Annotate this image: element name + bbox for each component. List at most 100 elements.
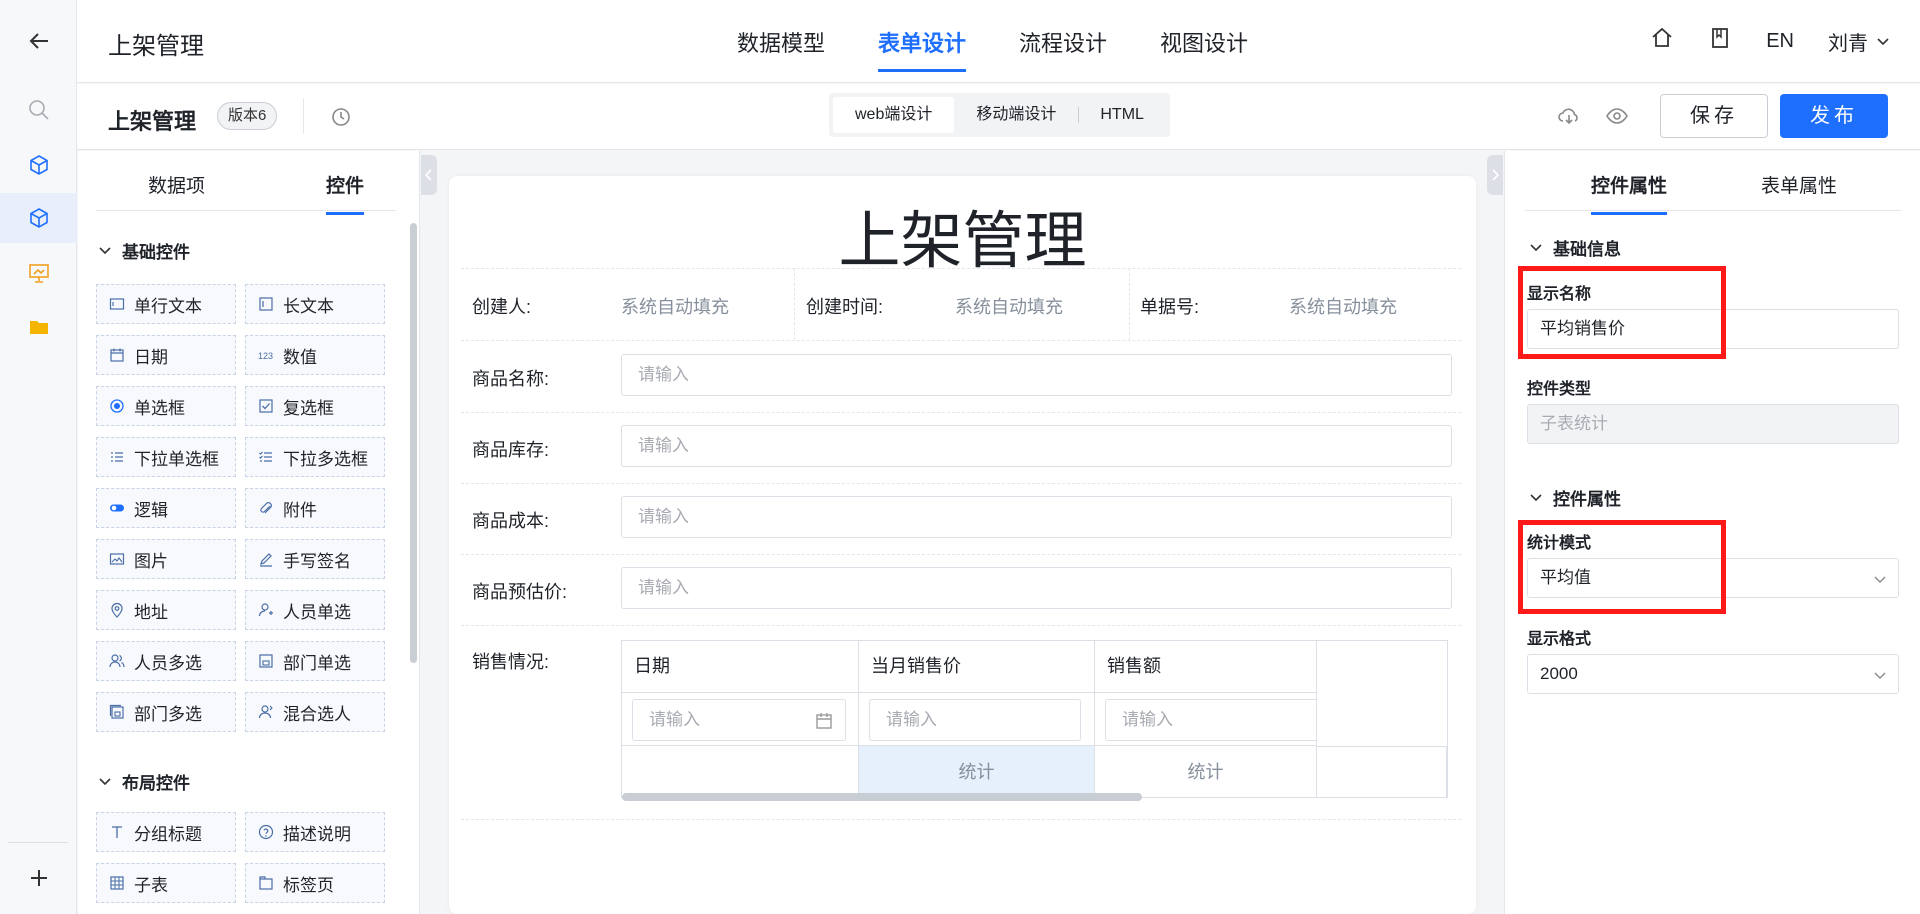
control-props-section[interactable]: 控件属性 (1529, 485, 1621, 510)
control-item[interactable]: 下拉多选框 (245, 437, 385, 477)
control-item[interactable]: 标签页 (245, 863, 385, 903)
department-single-icon (258, 653, 274, 669)
sales-subtable[interactable]: 日期 当月销售价 销售额 请输入 请输入 请输入 统计 统计 (621, 640, 1448, 801)
stat-cell[interactable]: 统计 (1095, 746, 1317, 798)
cube-active-icon[interactable] (0, 193, 77, 243)
column-header[interactable]: 日期 (622, 641, 859, 693)
control-label: 手写签名 (283, 551, 351, 571)
control-label: 图片 (134, 551, 168, 571)
book-icon[interactable] (1708, 26, 1732, 56)
tab-data-items[interactable]: 数据项 (148, 171, 205, 198)
date-input[interactable]: 请输入 (632, 699, 846, 741)
tab-control-props[interactable]: 控件属性 (1591, 171, 1668, 215)
control-label: 分组标题 (134, 824, 202, 844)
right-panel-tabs: 控件属性 表单属性 (1525, 151, 1901, 215)
field-label[interactable]: 商品名称: (472, 365, 549, 391)
column-header[interactable]: 销售额 (1095, 641, 1317, 693)
horizontal-scrollbar[interactable] (622, 793, 1142, 801)
display-format-select[interactable]: 2000 (1527, 654, 1899, 694)
control-item[interactable]: 人员单选 (245, 590, 385, 630)
control-item[interactable]: 日期 (96, 335, 236, 375)
product-stock-input[interactable]: 请输入 (621, 425, 1452, 467)
form-title[interactable]: 上架管理 (449, 190, 1476, 280)
publish-button[interactable]: 发布 (1780, 94, 1888, 138)
mode-web[interactable]: web端设计 (833, 97, 955, 133)
product-name-input[interactable]: 请输入 (621, 354, 1452, 396)
plus-icon[interactable] (0, 853, 77, 903)
meta-label[interactable]: 创建时间: (806, 293, 883, 319)
home-icon[interactable] (1650, 26, 1674, 56)
tab-data-model[interactable]: 数据模型 (737, 26, 825, 72)
tab-form-design[interactable]: 表单设计 (878, 26, 967, 72)
collapse-left-handle[interactable] (421, 155, 437, 195)
radio-icon (109, 398, 125, 414)
preview-eye-icon[interactable] (1605, 104, 1629, 133)
chevron-down-icon (1877, 38, 1889, 46)
department-multi-icon (109, 704, 125, 720)
chevron-down-icon (99, 246, 111, 254)
basic-controls-group[interactable]: 基础控件 (98, 238, 190, 263)
control-item[interactable]: 长文本 (245, 284, 385, 324)
control-item[interactable]: 混合选人 (245, 692, 385, 732)
layout-controls-group[interactable]: 布局控件 (98, 769, 190, 794)
panel-scrollbar[interactable] (410, 223, 417, 663)
meta-label[interactable]: 单据号: (1140, 293, 1199, 319)
tab-flow-design[interactable]: 流程设计 (1019, 26, 1107, 72)
basic-info-section[interactable]: 基础信息 (1529, 235, 1621, 260)
tab-form-props[interactable]: 表单属性 (1761, 171, 1837, 198)
control-item[interactable]: 逻辑 (96, 488, 236, 528)
mode-mobile[interactable]: 移动端设计 (954, 97, 1078, 133)
control-item[interactable]: 子表 (96, 863, 236, 903)
control-item[interactable]: 单选框 (96, 386, 236, 426)
control-item[interactable]: 单行文本 (96, 284, 236, 324)
control-item[interactable]: 部门多选 (96, 692, 236, 732)
history-icon[interactable] (330, 106, 352, 133)
sales-amount-input[interactable]: 请输入 (1105, 699, 1316, 741)
control-item[interactable]: 图片 (96, 539, 236, 579)
control-item[interactable]: 123 数值 (245, 335, 385, 375)
control-item[interactable]: 分组标题 (96, 812, 236, 852)
control-label: 地址 (134, 602, 168, 622)
stat-cell-selected[interactable]: 统计 (859, 746, 1095, 798)
meta-label[interactable]: 创建人: (472, 293, 531, 319)
field-label[interactable]: 商品成本: (472, 507, 549, 533)
folder-icon[interactable] (0, 302, 77, 352)
dropdown-multi-icon (258, 449, 274, 465)
user-single-icon (258, 602, 274, 618)
search-icon[interactable] (0, 85, 77, 135)
version-badge[interactable]: 版本6 (217, 102, 278, 130)
control-item[interactable]: 手写签名 (245, 539, 385, 579)
save-button[interactable]: 保存 (1660, 94, 1768, 138)
tab-view-design[interactable]: 视图设计 (1160, 26, 1248, 72)
control-item[interactable]: 人员多选 (96, 641, 236, 681)
language-switch[interactable]: EN (1766, 30, 1794, 53)
user-menu[interactable]: 刘青 (1828, 27, 1890, 56)
control-label: 人员单选 (283, 602, 351, 622)
product-cost-input[interactable]: 请输入 (621, 496, 1452, 538)
long-text-icon (258, 296, 274, 312)
cube-icon[interactable] (0, 140, 77, 190)
tab-controls[interactable]: 控件 (326, 171, 365, 215)
back-arrow-icon[interactable] (0, 16, 77, 66)
cloud-download-icon[interactable] (1557, 104, 1581, 133)
control-item[interactable]: 描述说明 (245, 812, 385, 852)
subtable-label[interactable]: 销售情况: (472, 648, 549, 674)
field-label[interactable]: 商品库存: (472, 436, 549, 462)
product-estimate-input[interactable]: 请输入 (621, 567, 1452, 609)
user-name: 刘青 (1828, 32, 1868, 55)
col-divider (794, 268, 795, 340)
control-item[interactable]: 地址 (96, 590, 236, 630)
toolbar-divider (303, 98, 304, 134)
control-item[interactable]: 复选框 (245, 386, 385, 426)
column-header[interactable]: 当月销售价 (859, 641, 1095, 693)
monthly-price-input[interactable]: 请输入 (869, 699, 1081, 741)
field-label[interactable]: 商品预估价: (472, 578, 567, 604)
presentation-icon[interactable] (0, 248, 77, 298)
form-paper: 上架管理 创建人: 系统自动填充 创建时间: 系统自动填充 单据号: 系统自动填… (449, 176, 1476, 914)
collapse-right-handle[interactable] (1487, 155, 1503, 195)
mode-html[interactable]: HTML (1078, 97, 1166, 133)
control-item[interactable]: 附件 (245, 488, 385, 528)
control-item[interactable]: 下拉单选框 (96, 437, 236, 477)
control-item[interactable]: 部门单选 (245, 641, 385, 681)
chevron-right-icon (1492, 169, 1500, 181)
